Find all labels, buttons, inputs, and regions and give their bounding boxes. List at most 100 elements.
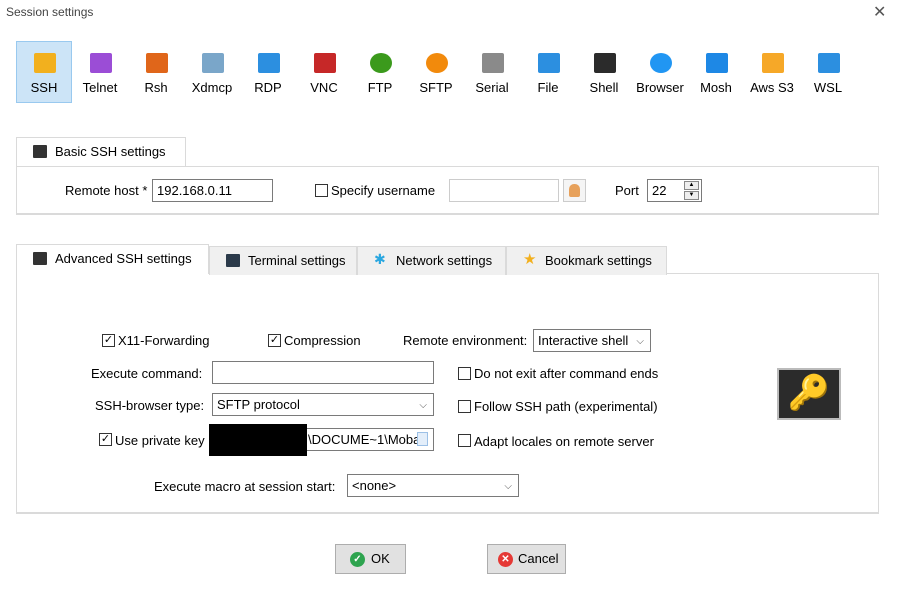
spin-up-icon[interactable]: ▲ [684, 181, 699, 190]
session-type-label: Serial [475, 80, 509, 95]
tab-network-settings[interactable]: ✱ Network settings [357, 246, 506, 275]
cancel-button[interactable]: ✕ Cancel [487, 544, 566, 574]
private-key-value: \DOCUME~1\Moba [308, 432, 421, 447]
network-icon: ✱ [374, 251, 386, 267]
rdp-icon [258, 53, 280, 73]
execute-command-label: Execute command: [91, 366, 203, 381]
do-not-exit-label: Do not exit after command ends [474, 366, 659, 381]
remote-environment-select[interactable]: Interactive shell ⌵ [533, 329, 651, 352]
tab-label: Advanced SSH settings [55, 251, 192, 266]
session-type-ftp[interactable]: FTP [352, 41, 408, 103]
compression-checkbox[interactable]: ✓ [268, 334, 281, 347]
x11-forwarding-checkbox[interactable]: ✓ [102, 334, 115, 347]
session-type-label: Aws S3 [750, 80, 794, 95]
chevron-down-icon: ⌵ [636, 336, 644, 347]
session-type-file[interactable]: File [520, 41, 576, 103]
session-type-browser[interactable]: Browser [632, 41, 688, 103]
session-type-serial[interactable]: Serial [464, 41, 520, 103]
x11-forwarding-label: X11-Forwarding [118, 333, 210, 348]
username-input[interactable] [449, 179, 559, 202]
xdmcp-icon [202, 53, 224, 73]
specify-username-checkbox[interactable] [315, 184, 328, 197]
ftp-globe-icon [370, 53, 392, 73]
ssh-browser-type-value: SFTP protocol [217, 397, 300, 412]
session-type-rdp[interactable]: RDP [240, 41, 296, 103]
shell-terminal-icon [594, 53, 616, 73]
use-private-key-label: Use private key [115, 433, 205, 448]
session-type-wsl[interactable]: WSL [800, 41, 856, 103]
tab-bookmark-settings[interactable]: ★ Bookmark settings [506, 246, 667, 275]
session-type-rsh[interactable]: Rsh [128, 41, 184, 103]
serial-plug-icon [482, 53, 504, 73]
execute-macro-label: Execute macro at session start: [154, 479, 336, 494]
tab-label: Network settings [396, 253, 493, 268]
execute-macro-select[interactable]: <none> ⌵ [347, 474, 519, 497]
execute-command-input[interactable] [212, 361, 434, 384]
tab-label: Terminal settings [248, 253, 346, 268]
tab-label: Bookmark settings [545, 253, 652, 268]
mosh-satellite-icon [706, 53, 728, 73]
use-private-key-checkbox[interactable]: ✓ [99, 433, 112, 446]
browser-globe-icon [650, 53, 672, 73]
session-type-ssh[interactable]: SSH [16, 41, 72, 103]
ssh-key-icon [34, 53, 56, 73]
ok-button[interactable]: ✓ OK [335, 544, 406, 574]
key-icon: 🔑 [777, 368, 841, 420]
session-type-label: Browser [636, 80, 684, 95]
user-lookup-button[interactable] [563, 179, 586, 202]
remote-environment-value: Interactive shell [538, 333, 629, 348]
session-type-label: Xdmcp [191, 80, 233, 95]
session-type-label: Telnet [82, 80, 118, 95]
cancel-icon: ✕ [498, 552, 513, 567]
session-type-sftp[interactable]: SFTP [408, 41, 464, 103]
port-input[interactable]: 22 ▲ ▼ [647, 179, 702, 202]
execute-macro-value: <none> [352, 478, 397, 493]
do-not-exit-checkbox[interactable] [458, 367, 471, 380]
adapt-locales-checkbox[interactable] [458, 434, 471, 447]
close-icon[interactable]: ✕ [873, 2, 886, 22]
remote-host-label: Remote host * [65, 183, 148, 198]
session-type-telnet[interactable]: Telnet [72, 41, 128, 103]
redacted-region [209, 424, 307, 456]
session-type-label: Mosh [700, 80, 732, 95]
session-type-shell[interactable]: Shell [576, 41, 632, 103]
tab-label: Basic SSH settings [55, 144, 166, 159]
chevron-down-icon: ⌵ [504, 481, 512, 492]
session-type-mosh[interactable]: Mosh [688, 41, 744, 103]
aws-s3-icon [762, 53, 784, 73]
follow-ssh-path-checkbox[interactable] [458, 400, 471, 413]
key-icon [33, 252, 47, 265]
session-type-label: VNC [310, 80, 338, 95]
tab-basic-ssh-settings[interactable]: Basic SSH settings [16, 137, 186, 167]
compression-label: Compression [284, 333, 361, 348]
chevron-down-icon: ⌵ [419, 400, 427, 411]
star-icon: ★ [523, 251, 537, 268]
session-type-aws-s3[interactable]: Aws S3 [744, 41, 800, 103]
ssh-browser-type-select[interactable]: SFTP protocol ⌵ [212, 393, 434, 416]
user-icon [569, 184, 580, 197]
remote-environment-label: Remote environment: [403, 333, 528, 348]
sftp-globe-icon [426, 53, 448, 73]
rsh-icon [146, 53, 168, 73]
check-icon: ✓ [350, 552, 365, 567]
session-type-label: RDP [254, 80, 282, 95]
follow-ssh-path-label: Follow SSH path (experimental) [474, 399, 658, 414]
session-type-xdmcp[interactable]: Xdmcp [184, 41, 240, 103]
vnc-icon [314, 53, 336, 73]
session-type-label: Rsh [144, 80, 168, 95]
spin-down-icon[interactable]: ▼ [684, 191, 699, 200]
port-label: Port [615, 183, 639, 198]
session-type-label: FTP [367, 80, 393, 95]
remote-host-input[interactable]: 192.168.0.11 [152, 179, 273, 202]
tab-advanced-ssh-settings[interactable]: Advanced SSH settings [16, 244, 209, 274]
file-browse-icon[interactable] [417, 432, 428, 446]
session-type-label: SSH [30, 80, 58, 95]
wsl-windows-icon [818, 53, 840, 73]
terminal-gear-icon [226, 254, 240, 267]
ok-label: OK [371, 551, 390, 566]
port-value: 22 [652, 183, 667, 198]
cancel-label: Cancel [518, 551, 559, 566]
tab-terminal-settings[interactable]: Terminal settings [209, 246, 357, 275]
file-monitor-icon [538, 53, 560, 73]
session-type-vnc[interactable]: VNC [296, 41, 352, 103]
